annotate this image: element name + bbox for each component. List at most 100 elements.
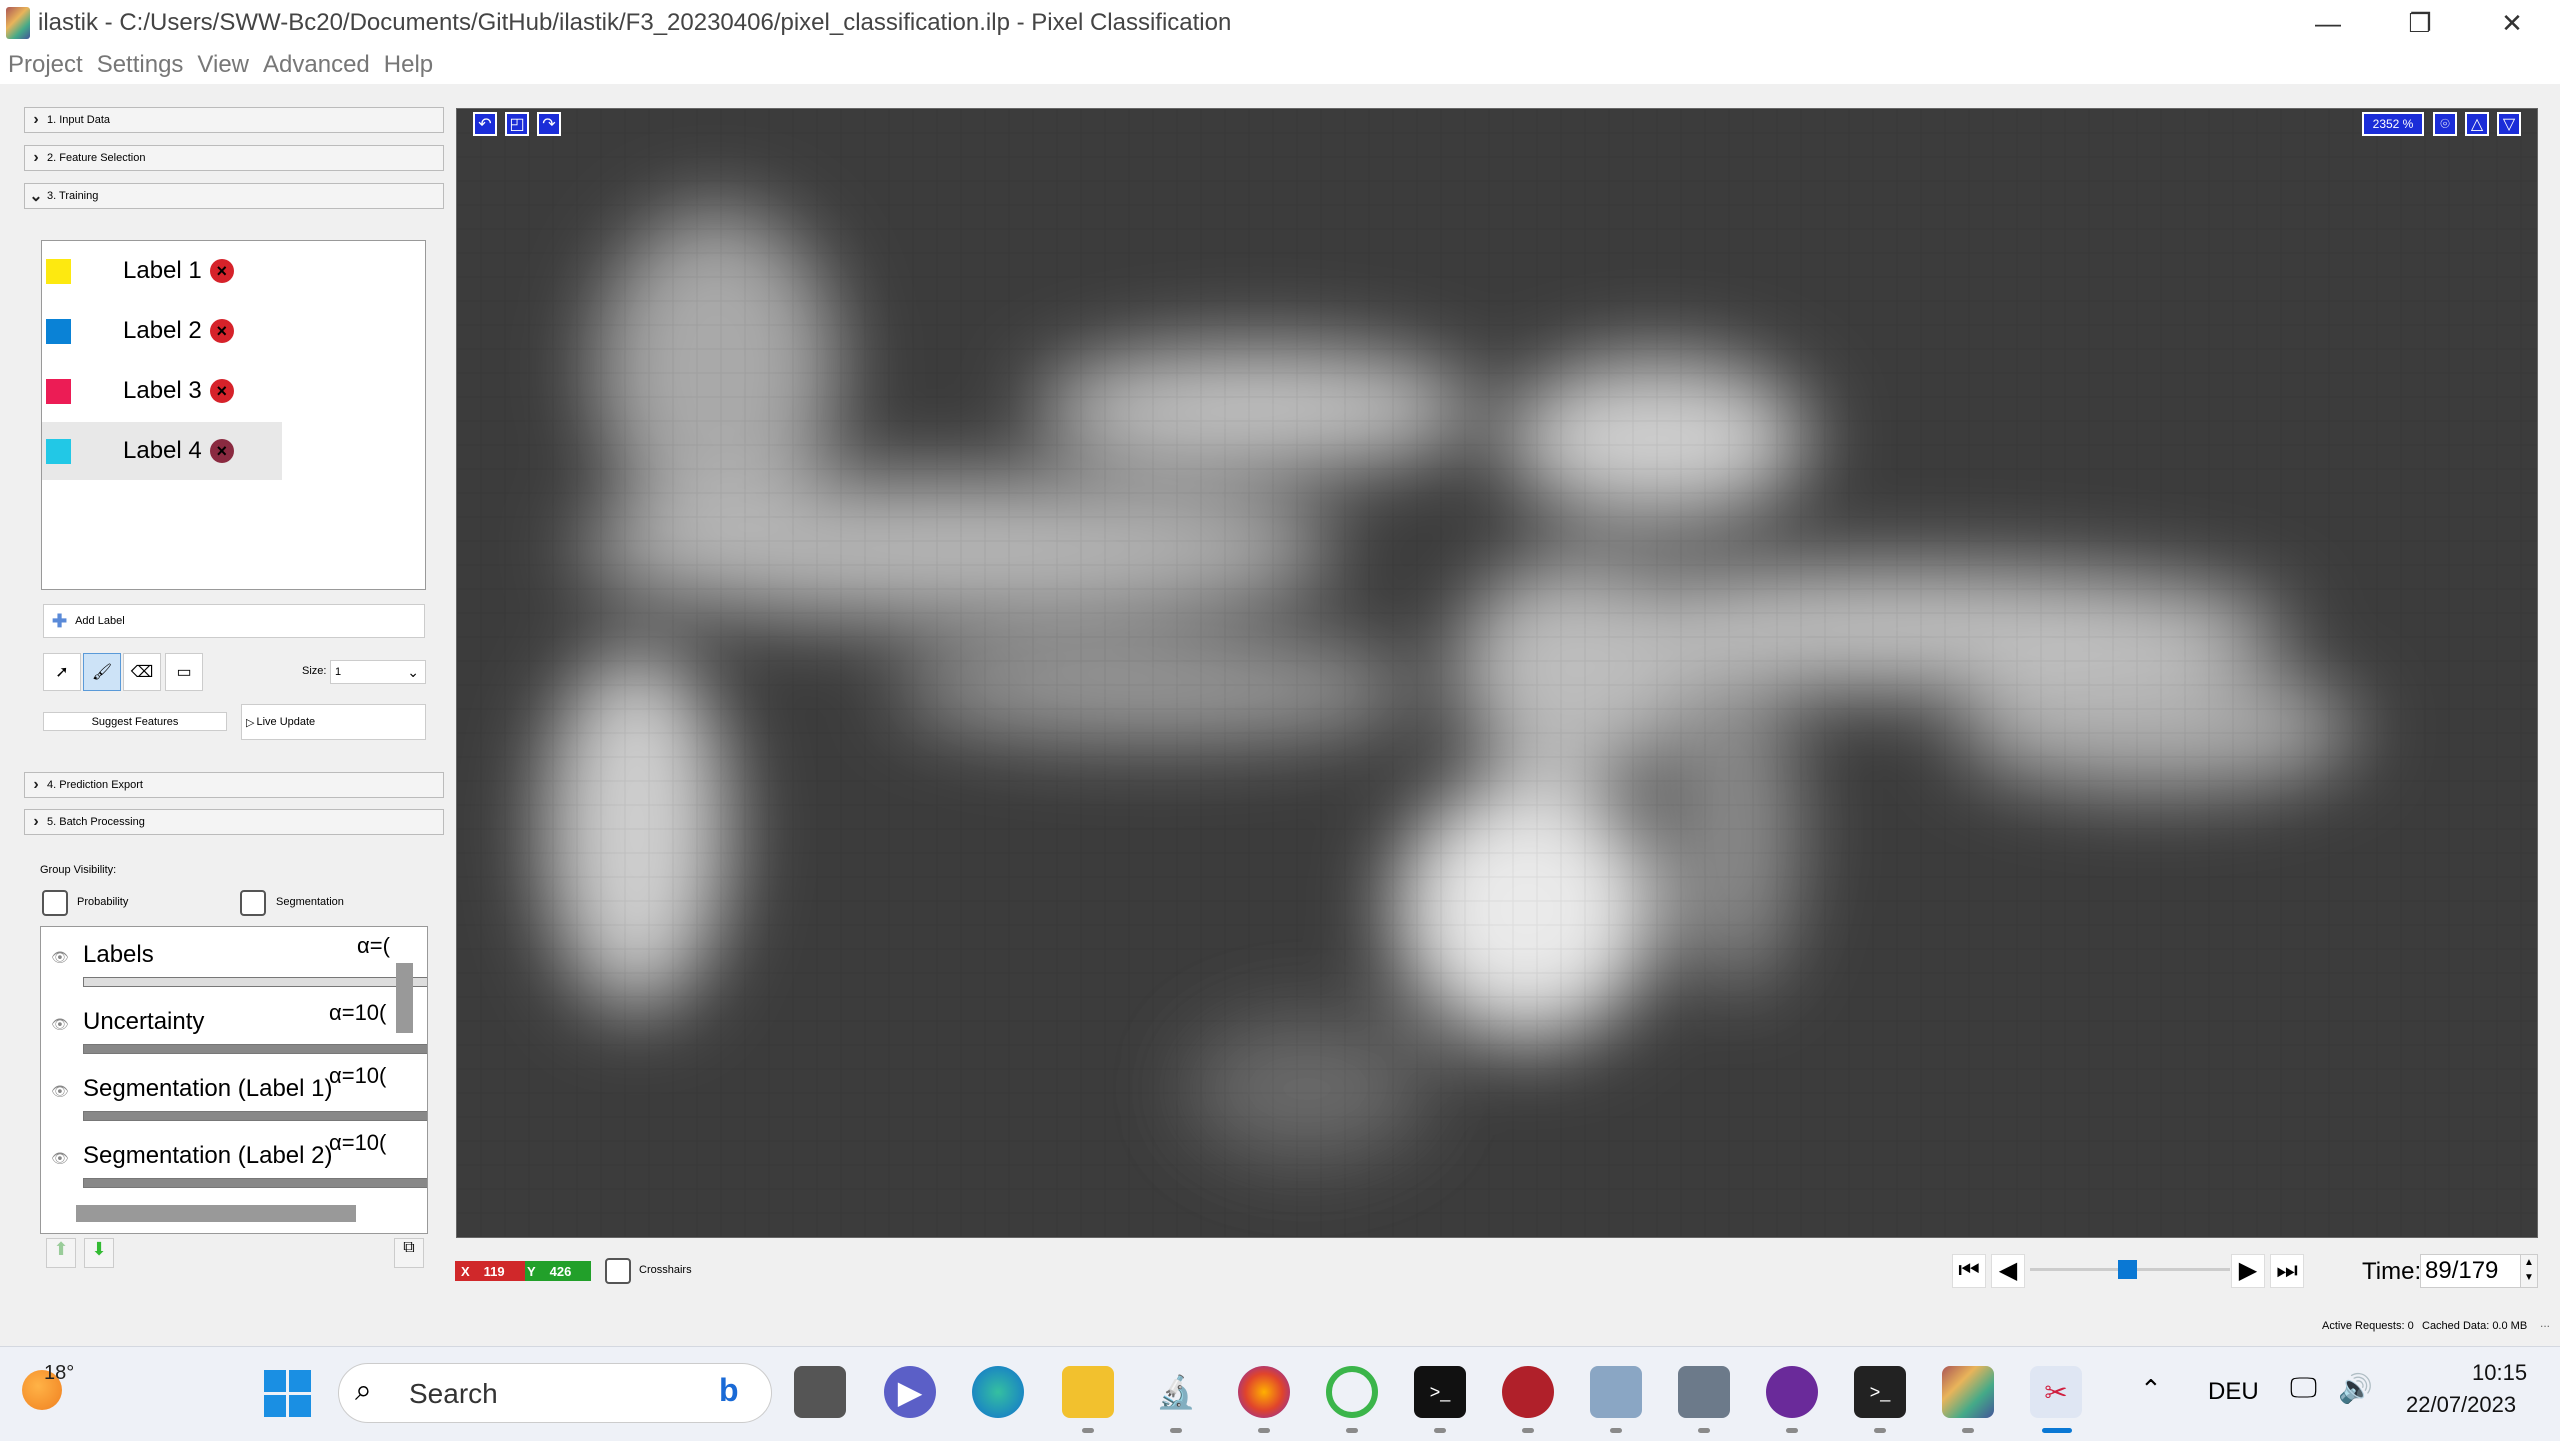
label-row[interactable]: Label 2 × bbox=[42, 302, 282, 360]
menu-help[interactable]: Help bbox=[384, 51, 433, 79]
ilastik-taskbar-icon[interactable] bbox=[1942, 1366, 1994, 1418]
move-layer-up-button[interactable]: ⬆ bbox=[46, 1238, 76, 1268]
snapshot-button[interactable]: ⌾ bbox=[2433, 112, 2457, 136]
eye-icon[interactable]: 👁 bbox=[51, 1150, 69, 1167]
command-prompt-icon[interactable]: >_ bbox=[1414, 1366, 1466, 1418]
minimize-button[interactable]: — bbox=[2282, 0, 2374, 46]
firefox-icon[interactable] bbox=[1238, 1366, 1290, 1418]
opacity-slider[interactable] bbox=[83, 1044, 427, 1054]
edge-browser-icon[interactable] bbox=[972, 1366, 1024, 1418]
label-name[interactable]: Label 4 bbox=[123, 437, 202, 465]
opacity-slider[interactable] bbox=[83, 977, 427, 987]
teams-chat-icon[interactable]: ▶ bbox=[884, 1366, 936, 1418]
image-canvas[interactable] bbox=[457, 109, 2537, 1237]
image-viewer[interactable] bbox=[456, 108, 2538, 1238]
network-icon[interactable]: 🖵 bbox=[2290, 1372, 2317, 1405]
time-input[interactable]: 89/179 bbox=[2420, 1254, 2526, 1288]
label-row-selected[interactable]: Label 4 × bbox=[42, 422, 282, 480]
running-indicator bbox=[1522, 1428, 1534, 1433]
label-row[interactable]: Label 1 × bbox=[42, 242, 282, 300]
eraser-tool-button[interactable]: ⌫ bbox=[123, 653, 161, 691]
label-color-swatch[interactable] bbox=[46, 378, 71, 404]
probability-checkbox[interactable] bbox=[42, 890, 68, 916]
image-viewer-app-icon[interactable] bbox=[1590, 1366, 1642, 1418]
label-row[interactable]: Label 3 × bbox=[42, 362, 282, 420]
suggest-features-button[interactable]: Suggest Features bbox=[43, 712, 227, 731]
applet-batch-processing[interactable]: › 5. Batch Processing bbox=[24, 809, 444, 835]
last-frame-button[interactable]: ⏭ bbox=[2270, 1254, 2304, 1288]
label-color-swatch[interactable] bbox=[46, 438, 71, 464]
delete-label-icon[interactable]: × bbox=[209, 379, 234, 403]
label-color-swatch[interactable] bbox=[46, 318, 71, 344]
crosshairs-checkbox[interactable] bbox=[605, 1258, 631, 1284]
redo-button[interactable]: ↷ bbox=[537, 112, 561, 136]
undo-button[interactable]: ↶ bbox=[473, 112, 497, 136]
brush-tool-button[interactable]: 🖌 bbox=[83, 653, 121, 691]
close-button[interactable]: ✕ bbox=[2466, 0, 2558, 46]
layer-row[interactable]: 👁 Segmentation (Label 2) α=10( bbox=[41, 1128, 427, 1195]
file-explorer-icon[interactable] bbox=[1062, 1366, 1114, 1418]
label-name[interactable]: Label 2 bbox=[123, 317, 202, 345]
time-spinner[interactable]: ▲ ▼ bbox=[2520, 1254, 2538, 1288]
eye-icon[interactable]: 👁 bbox=[51, 949, 69, 966]
status-more-icon[interactable]: ... bbox=[2540, 1316, 2550, 1330]
maximize-viewer-button[interactable]: △ bbox=[2465, 112, 2489, 136]
opacity-slider[interactable] bbox=[83, 1178, 427, 1188]
threshold-tool-button[interactable]: ▭ bbox=[165, 653, 203, 691]
snipping-tool-icon[interactable]: ✂ bbox=[2030, 1366, 2082, 1418]
brush-size-value: 1 bbox=[335, 666, 342, 678]
label-color-swatch[interactable] bbox=[46, 258, 71, 284]
chevron-up-icon[interactable]: ⌃ bbox=[2140, 1374, 2162, 1405]
segmentation-checkbox[interactable] bbox=[240, 890, 266, 916]
x-label: X bbox=[461, 1263, 470, 1279]
move-layer-down-button[interactable]: ⬇ bbox=[84, 1238, 114, 1268]
restore-button[interactable]: ❐ bbox=[2374, 0, 2466, 46]
live-update-text: Live Update bbox=[256, 716, 316, 728]
minimize-viewer-button[interactable]: ▽ bbox=[2497, 112, 2521, 136]
clock-date[interactable]: 22/07/2023 bbox=[2406, 1392, 2516, 1418]
applet-input-data[interactable]: › 1. Input Data bbox=[24, 107, 444, 133]
red-app-icon[interactable] bbox=[1502, 1366, 1554, 1418]
time-slider-handle[interactable] bbox=[2118, 1260, 2137, 1279]
play-button[interactable]: ▶ bbox=[2231, 1254, 2265, 1288]
layer-row[interactable]: 👁 Labels α=( bbox=[41, 927, 427, 994]
delete-label-icon[interactable]: × bbox=[209, 319, 234, 343]
reset-view-button[interactable]: ◰ bbox=[505, 112, 529, 136]
taskbar-search[interactable]: ⌕ Search b bbox=[338, 1363, 772, 1423]
start-button[interactable] bbox=[262, 1368, 312, 1418]
menu-project[interactable]: Project bbox=[8, 51, 83, 79]
label-name[interactable]: Label 3 bbox=[123, 377, 202, 405]
microscope-app-icon[interactable]: 🔬 bbox=[1150, 1366, 1202, 1418]
live-update-button[interactable]: ▷ Live Update bbox=[241, 704, 426, 740]
eye-icon[interactable]: 👁 bbox=[51, 1083, 69, 1100]
brush-size-select[interactable]: 1 ⌄ bbox=[330, 660, 426, 684]
add-label-button[interactable]: ✚ Add Label bbox=[43, 604, 425, 638]
github-desktop-icon[interactable] bbox=[1766, 1366, 1818, 1418]
input-language[interactable]: DEU bbox=[2208, 1378, 2259, 1406]
delete-label-icon[interactable]: × bbox=[209, 259, 234, 283]
volume-icon[interactable]: 🔊 bbox=[2338, 1372, 2373, 1405]
opacity-slider[interactable] bbox=[83, 1111, 427, 1121]
calculator-icon[interactable] bbox=[1678, 1366, 1730, 1418]
applet-feature-selection[interactable]: › 2. Feature Selection bbox=[24, 145, 444, 171]
refresh-app-icon[interactable] bbox=[1326, 1366, 1378, 1418]
navigation-tool-button[interactable]: ➚ bbox=[43, 653, 81, 691]
first-frame-button[interactable]: ⏮ bbox=[1952, 1254, 1986, 1288]
applet-training[interactable]: ⌄ 3. Training bbox=[24, 183, 444, 209]
delete-label-icon[interactable]: × bbox=[209, 439, 234, 463]
vertical-scrollbar[interactable] bbox=[396, 963, 413, 1033]
menu-advanced[interactable]: Advanced bbox=[263, 51, 370, 79]
layer-row[interactable]: 👁 Uncertainty α=10( bbox=[41, 994, 427, 1061]
clock-time[interactable]: 10:15 bbox=[2472, 1360, 2527, 1386]
menu-view[interactable]: View bbox=[197, 51, 249, 79]
previous-frame-button[interactable]: ◀ bbox=[1991, 1254, 2025, 1288]
layer-options-button[interactable]: ⧉ bbox=[394, 1238, 424, 1268]
menu-settings[interactable]: Settings bbox=[97, 51, 184, 79]
label-name[interactable]: Label 1 bbox=[123, 257, 202, 285]
terminal-icon[interactable]: >_ bbox=[1854, 1366, 1906, 1418]
horizontal-scrollbar[interactable] bbox=[76, 1205, 356, 1222]
applet-prediction-export[interactable]: › 4. Prediction Export bbox=[24, 772, 444, 798]
layer-row[interactable]: 👁 Segmentation (Label 1) α=10( bbox=[41, 1061, 427, 1128]
task-view-icon[interactable] bbox=[794, 1366, 846, 1418]
eye-icon[interactable]: 👁 bbox=[51, 1016, 69, 1033]
